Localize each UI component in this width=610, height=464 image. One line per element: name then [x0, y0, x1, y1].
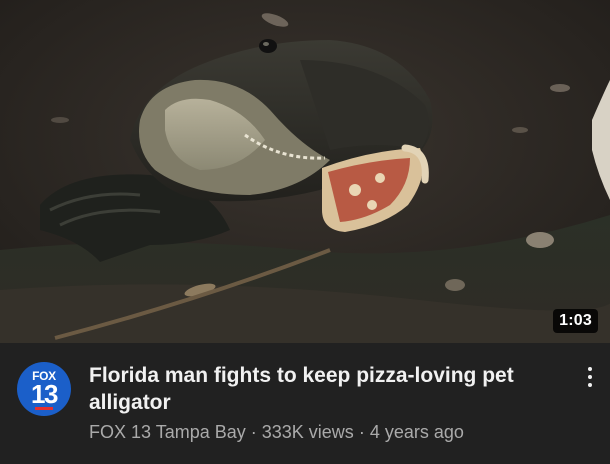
- video-subline: FOX 13 Tampa Bay · 333K views · 4 years …: [89, 421, 464, 443]
- separator: ·: [353, 422, 370, 442]
- video-duration-badge: 1:03: [553, 309, 598, 333]
- channel-avatar[interactable]: FOX 13: [17, 362, 71, 416]
- view-count: 333K views: [261, 422, 354, 442]
- video-title[interactable]: Florida man fights to keep pizza-loving …: [89, 362, 544, 416]
- vertical-dots-icon[interactable]: [582, 364, 598, 390]
- thumbnail-image: [0, 0, 610, 343]
- channel-logo-bottom: 13: [31, 379, 58, 409]
- upload-age: 4 years ago: [369, 422, 464, 442]
- channel-name[interactable]: FOX 13 Tampa Bay: [89, 422, 246, 442]
- channel-logo-accent: [35, 407, 53, 410]
- video-metadata[interactable]: FOX 13 Florida man fights to keep pizza-…: [0, 343, 610, 464]
- video-thumbnail[interactable]: 1:03: [0, 0, 610, 343]
- separator: ·: [245, 422, 262, 442]
